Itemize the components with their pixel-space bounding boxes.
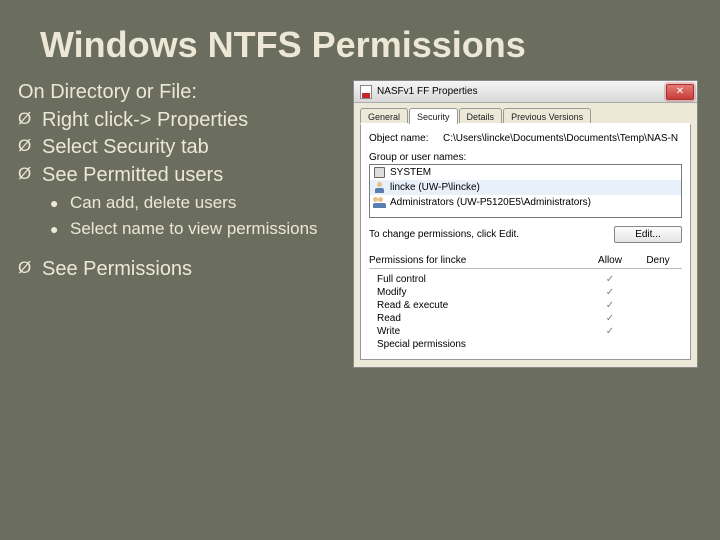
bullet-text: Right click-> Properties — [42, 108, 248, 134]
sub-bullet-text: Can add, delete users — [70, 192, 236, 214]
bullet-see-users: Ø See Permitted users — [18, 163, 343, 189]
permission-name: Special permissions — [369, 339, 586, 350]
content: On Directory or File: Ø Right click-> Pr… — [0, 80, 720, 368]
permission-row: Read & execute✓ — [369, 299, 682, 312]
left-column: On Directory or File: Ø Right click-> Pr… — [18, 80, 343, 368]
sub-bullet-add-delete: ● Can add, delete users — [50, 192, 343, 214]
allow-check — [586, 339, 634, 350]
allow-check: ✓ — [586, 313, 634, 324]
tab-previous-versions[interactable]: Previous Versions — [503, 108, 591, 124]
permission-name: Modify — [369, 287, 586, 298]
bullet-text: Select Security tab — [42, 135, 209, 161]
users-listbox[interactable]: SYSTEM lincke (UW-P\lincke) Administrato… — [369, 164, 682, 218]
edit-button[interactable]: Edit... — [614, 226, 682, 243]
allow-column-header: Allow — [586, 255, 634, 266]
edit-hint-text: To change permissions, click Edit. — [369, 229, 519, 240]
bullet-select-security: Ø Select Security tab — [18, 135, 343, 161]
tab-details[interactable]: Details — [459, 108, 503, 124]
allow-check: ✓ — [586, 326, 634, 337]
bullet-dot-icon: ● — [50, 192, 70, 214]
properties-dialog: NASFv1 FF Properties ✕ General Security … — [353, 80, 698, 368]
tabs: General Security Details Previous Versio… — [354, 103, 697, 124]
bullet-mark-icon: Ø — [18, 135, 42, 161]
tab-security[interactable]: Security — [409, 108, 458, 124]
people-icon — [373, 196, 386, 209]
right-column: NASFv1 FF Properties ✕ General Security … — [353, 80, 698, 368]
permission-name: Write — [369, 326, 586, 337]
permission-row: Modify✓ — [369, 286, 682, 299]
window-title: NASFv1 FF Properties — [377, 86, 666, 97]
bullet-mark-icon: Ø — [18, 108, 42, 134]
system-icon — [373, 166, 386, 179]
deny-check — [634, 339, 682, 350]
permission-row: Read✓ — [369, 312, 682, 325]
object-name-value: C:\Users\lincke\Documents\Documents\Temp… — [443, 133, 682, 144]
person-icon — [373, 181, 386, 194]
allow-check: ✓ — [586, 274, 634, 285]
bullet-text: See Permitted users — [42, 163, 223, 189]
user-name: lincke (UW-P\lincke) — [390, 182, 480, 193]
object-name-row: Object name: C:\Users\lincke\Documents\D… — [369, 133, 682, 144]
permission-name: Full control — [369, 274, 586, 285]
deny-check — [634, 287, 682, 298]
permissions-list: Full control✓Modify✓Read & execute✓Read✓… — [369, 273, 682, 351]
window-title-bar: NASFv1 FF Properties ✕ — [354, 81, 697, 103]
tab-general[interactable]: General — [360, 108, 408, 124]
deny-check — [634, 326, 682, 337]
deny-check — [634, 300, 682, 311]
list-item[interactable]: lincke (UW-P\lincke) — [370, 180, 681, 195]
object-name-label: Object name: — [369, 133, 437, 144]
divider — [369, 268, 682, 269]
group-users-label: Group or user names: — [369, 152, 682, 163]
permission-name: Read & execute — [369, 300, 586, 311]
bullet-right-click: Ø Right click-> Properties — [18, 108, 343, 134]
permission-row: Full control✓ — [369, 273, 682, 286]
bullet-see-permissions: Ø See Permissions — [18, 257, 343, 283]
user-name: Administrators (UW-P5120E5\Administrator… — [390, 197, 591, 208]
slide-title: Windows NTFS Permissions — [0, 0, 720, 80]
sub-bullet-select-name: ● Select name to view permissions — [50, 218, 343, 240]
deny-column-header: Deny — [634, 255, 682, 266]
intro-text: On Directory or File: — [18, 80, 343, 106]
file-icon — [359, 85, 373, 99]
list-item[interactable]: Administrators (UW-P5120E5\Administrator… — [370, 195, 681, 210]
deny-check — [634, 313, 682, 324]
permission-row: Write✓ — [369, 325, 682, 338]
bullet-dot-icon: ● — [50, 218, 70, 240]
bullet-text: See Permissions — [42, 257, 192, 283]
tab-panel-security: Object name: C:\Users\lincke\Documents\D… — [360, 123, 691, 360]
close-button[interactable]: ✕ — [666, 84, 694, 100]
bullet-mark-icon: Ø — [18, 257, 42, 283]
list-item[interactable]: SYSTEM — [370, 165, 681, 180]
permissions-for-label: Permissions for lincke — [369, 255, 586, 266]
bullet-mark-icon: Ø — [18, 163, 42, 189]
deny-check — [634, 274, 682, 285]
permission-name: Read — [369, 313, 586, 324]
user-name: SYSTEM — [390, 167, 431, 178]
permission-row: Special permissions — [369, 338, 682, 351]
allow-check: ✓ — [586, 300, 634, 311]
edit-row: To change permissions, click Edit. Edit.… — [369, 226, 682, 243]
allow-check: ✓ — [586, 287, 634, 298]
permissions-header: Permissions for lincke Allow Deny — [369, 255, 682, 266]
sub-bullet-text: Select name to view permissions — [70, 218, 318, 240]
